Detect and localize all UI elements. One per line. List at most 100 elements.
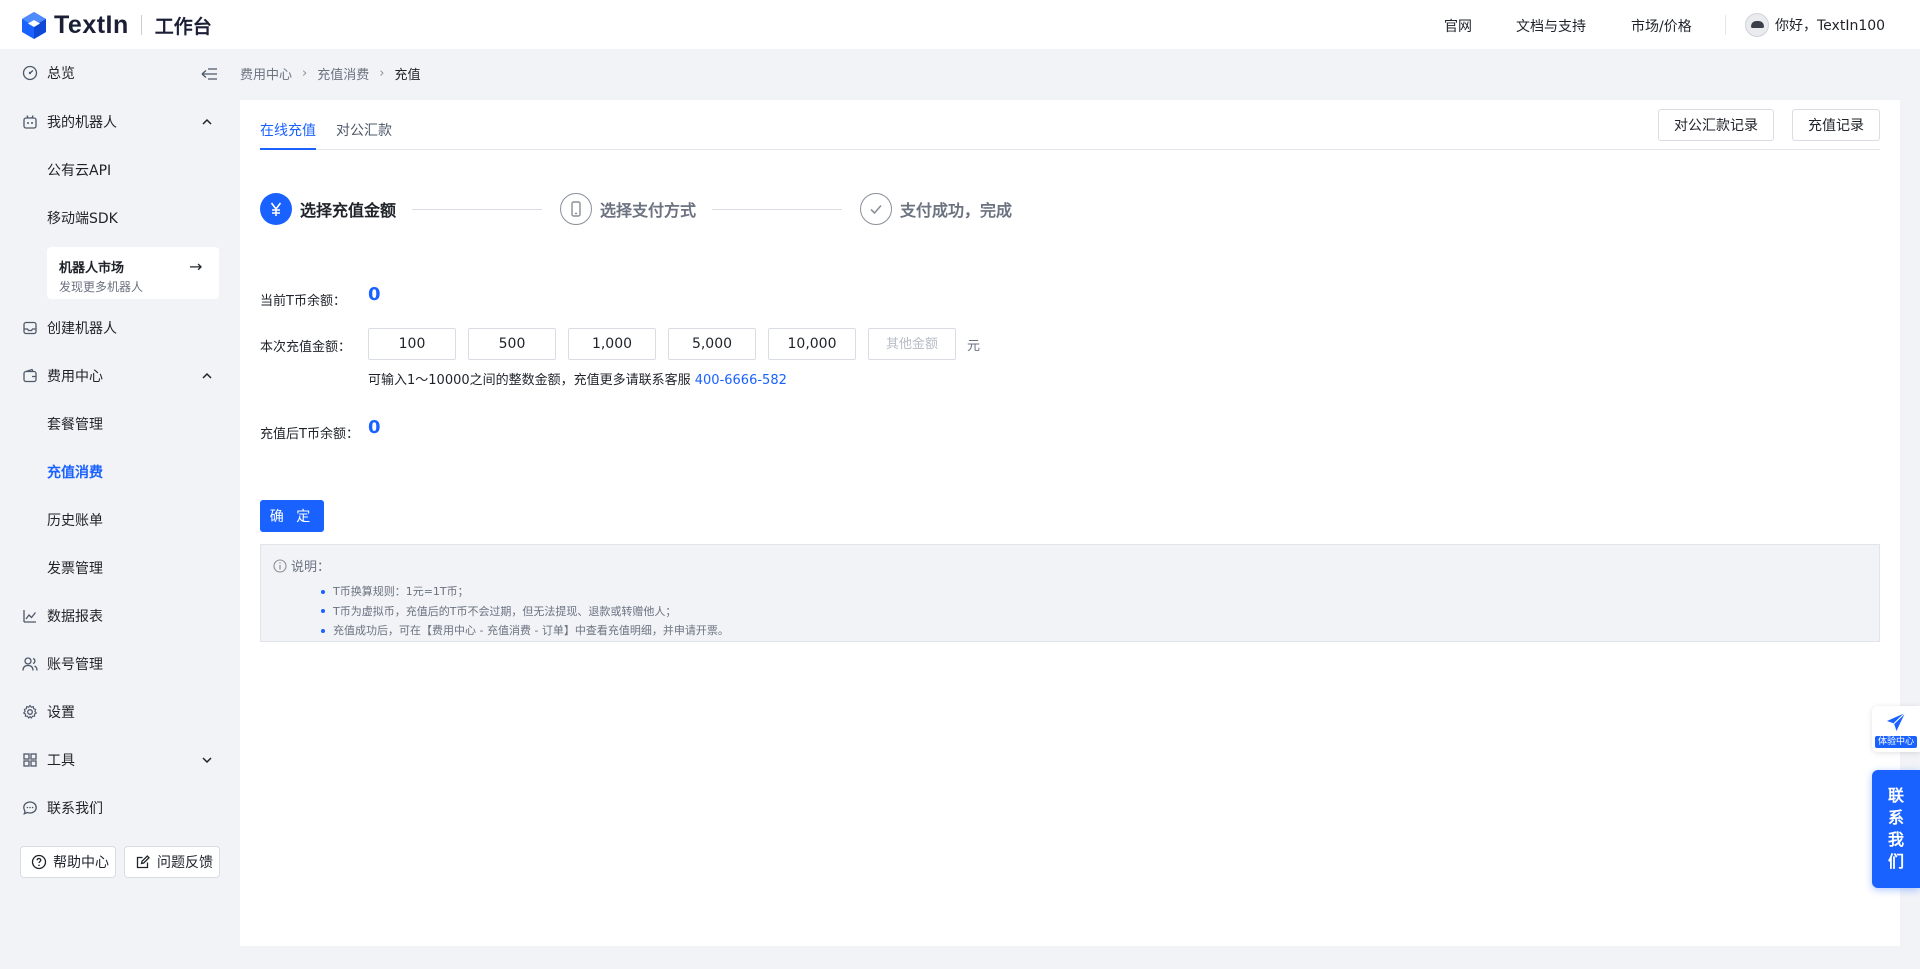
sidebar-item-label: 发票管理	[47, 561, 103, 577]
after-balance-label: 充值后T币余额：	[260, 427, 359, 442]
sidebar-item-label: 联系我们	[47, 801, 103, 817]
robot-market-title: 机器人市场	[59, 261, 125, 276]
contact-us-char: 联	[1887, 786, 1904, 805]
current-balance-label: 当前T币余额：	[260, 294, 346, 309]
sidebar-item-label: 充值消费	[47, 465, 103, 481]
currency-unit: 元	[967, 339, 981, 354]
bullet-icon	[321, 609, 325, 614]
amount-option-100[interactable]: 100	[368, 328, 456, 360]
note-text: 充值成功后，可在【费用中心 - 充值消费 - 订单】中查看充值明细，并申请开票。	[333, 624, 729, 637]
robot-market-card[interactable]: 机器人市场 发现更多机器人 →	[47, 247, 219, 299]
step-connector	[712, 209, 842, 210]
current-balance-value: 0	[368, 284, 381, 305]
sidebar-item-tools[interactable]: 工具	[0, 742, 240, 778]
sidebar-item-label: 我的机器人	[47, 115, 117, 131]
avatar	[1745, 13, 1769, 37]
sidebar-item-label: 费用中心	[47, 369, 103, 385]
collapse-sidebar-icon[interactable]	[200, 66, 218, 82]
amount-option-1000[interactable]: 1,000	[568, 328, 656, 360]
tab-corporate-remittance[interactable]: 对公汇款	[336, 120, 392, 140]
arrow-right-icon: →	[189, 257, 203, 276]
sidebar-item-my-robots[interactable]: 我的机器人	[0, 104, 240, 140]
sidebar-item-overview[interactable]: 总览	[0, 55, 240, 91]
sidebar-item-label: 数据报表	[47, 609, 103, 625]
inbox-icon	[23, 321, 37, 335]
experience-center-label: 体验中心	[1875, 736, 1917, 748]
chat-icon	[23, 801, 37, 815]
recharge-amount-label: 本次充值金额：	[260, 340, 352, 355]
paper-plane-icon	[1887, 712, 1906, 731]
user-menu[interactable]: 你好，TextIn100	[1745, 13, 1885, 37]
sidebar-item-history-bills[interactable]: 历史账单	[0, 502, 240, 538]
sidebar-item-invoice-management[interactable]: 发票管理	[0, 550, 240, 586]
amount-option-10000[interactable]: 10,000	[768, 328, 856, 360]
sidebar-item-public-cloud-api[interactable]: 公有云API	[0, 152, 240, 188]
help-center-button[interactable]: 帮助中心	[20, 846, 116, 878]
sidebar-item-account-management[interactable]: 账号管理	[0, 646, 240, 682]
contact-us-float-button[interactable]: 联 系 我 们	[1872, 770, 1920, 888]
sidebar-item-data-reports[interactable]: 数据报表	[0, 598, 240, 634]
breadcrumb-recharge-consumption[interactable]: 充值消费	[317, 64, 369, 83]
nav-official-site[interactable]: 官网	[1444, 16, 1472, 36]
user-greeting: 你好，TextIn100	[1775, 18, 1886, 34]
contact-us-char: 我	[1887, 830, 1904, 849]
nav-docs-support[interactable]: 文档与支持	[1516, 16, 1586, 36]
bullet-icon	[321, 628, 325, 633]
other-amount-input[interactable]	[868, 328, 956, 360]
notes-title-text: 说明：	[291, 560, 331, 575]
grid-icon	[23, 753, 37, 767]
phone-icon	[560, 193, 592, 225]
dashboard-icon	[22, 65, 38, 81]
sidebar-item-recharge-consumption[interactable]: 充值消费	[0, 454, 240, 490]
amount-option-500[interactable]: 500	[468, 328, 556, 360]
recharge-card: 在线充值 对公汇款 对公汇款记录 充值记录 选择充值金额 选择支付方式 支付成功…	[240, 100, 1900, 946]
sidebar-item-label: 移动端SDK	[47, 211, 118, 227]
sidebar-item-settings[interactable]: 设置	[0, 694, 240, 730]
list-item: T币为虚拟币，充值后的T币不会过期，但无法提现、退款或转赠他人；	[321, 602, 729, 622]
breadcrumb-separator-icon: ›	[302, 66, 308, 81]
confirm-button[interactable]: 确 定	[260, 500, 324, 532]
support-phone-link[interactable]: 400-6666-582	[695, 373, 787, 388]
breadcrumb-separator-icon: ›	[379, 66, 385, 81]
notes-list: T币换算规则：1元=1T币； T币为虚拟币，充值后的T币不会过期，但无法提现、退…	[321, 582, 729, 641]
sidebar-item-label: 账号管理	[47, 657, 103, 673]
robot-market-subtitle: 发现更多机器人	[59, 280, 144, 294]
tab-online-recharge[interactable]: 在线充值	[260, 120, 316, 140]
sidebar-item-label: 工具	[47, 753, 75, 769]
help-center-label: 帮助中心	[53, 855, 109, 871]
edit-icon	[136, 855, 150, 869]
amount-option-5000[interactable]: 5,000	[668, 328, 756, 360]
step-select-amount: 选择充值金额	[260, 193, 396, 225]
sidebar-item-mobile-sdk[interactable]: 移动端SDK	[0, 200, 240, 236]
breadcrumb-current: 充值	[394, 68, 421, 83]
nav-market-pricing[interactable]: 市场/价格	[1631, 16, 1692, 36]
step-payment-success: 支付成功，完成	[860, 193, 1012, 225]
bullet-icon	[321, 589, 325, 594]
note-text: T币换算规则：1元=1T币；	[333, 585, 469, 598]
chevron-down-icon	[202, 757, 212, 764]
sidebar-item-label: 公有云API	[47, 163, 112, 179]
chevron-up-icon	[202, 118, 212, 125]
note-text: T币为虚拟币，充值后的T币不会过期，但无法提现、退款或转赠他人；	[333, 604, 677, 618]
workspace-title: 工作台	[154, 15, 212, 38]
chart-icon	[23, 610, 37, 623]
sidebar-item-contact-us[interactable]: 联系我们	[0, 790, 240, 826]
logo[interactable]: TextIn 工作台	[20, 10, 212, 40]
yuan-icon	[260, 193, 292, 225]
sidebar-item-label: 套餐管理	[47, 417, 103, 433]
sidebar-item-label: 总览	[47, 66, 75, 82]
remittance-records-button[interactable]: 对公汇款记录	[1658, 109, 1774, 141]
breadcrumb-billing-center[interactable]: 费用中心	[240, 64, 292, 83]
sidebar-item-billing-center[interactable]: 费用中心	[0, 358, 240, 394]
feedback-button[interactable]: 问题反馈	[124, 846, 220, 878]
sidebar-item-plan-management[interactable]: 套餐管理	[0, 406, 240, 442]
recharge-records-button[interactable]: 充值记录	[1792, 109, 1880, 141]
sidebar-item-label: 创建机器人	[47, 321, 117, 337]
logo-text: TextIn	[54, 10, 129, 39]
top-header: TextIn 工作台 官网 文档与支持 市场/价格 你好，TextIn100	[0, 0, 1920, 49]
chevron-up-icon	[202, 372, 212, 379]
sidebar-item-label: 历史账单	[47, 513, 103, 529]
amount-hint: 可输入1～10000之间的整数金额，充值更多请联系客服 400-6666-582	[368, 369, 787, 388]
experience-center-button[interactable]: 体验中心	[1872, 706, 1920, 752]
sidebar-item-create-robot[interactable]: 创建机器人	[0, 310, 240, 346]
